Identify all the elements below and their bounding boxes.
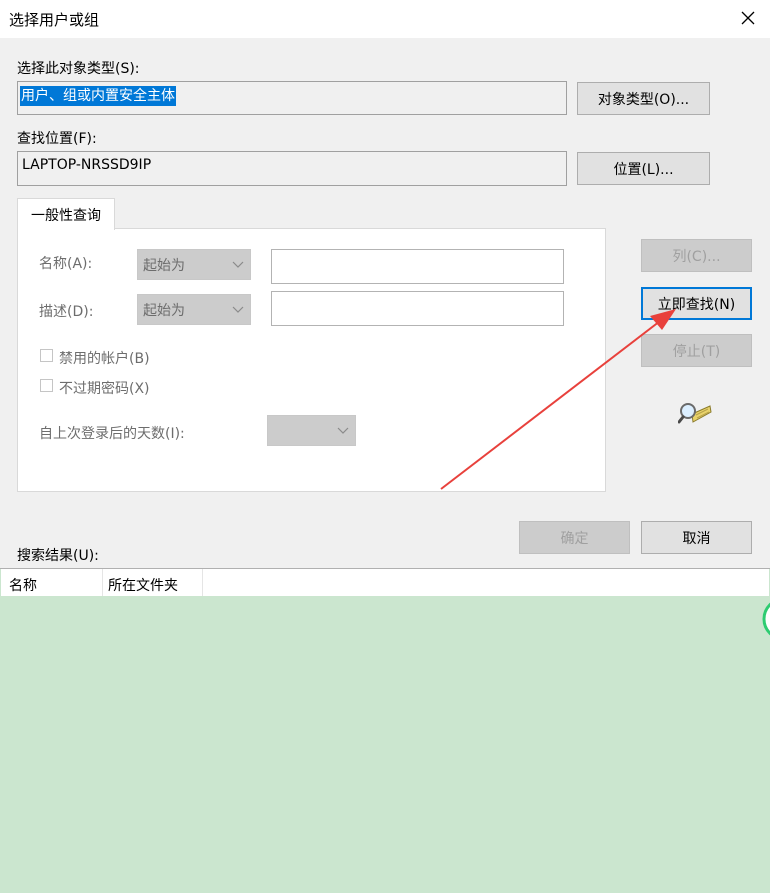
columns-button[interactable]: 列(C)...: [641, 239, 752, 272]
chevron-down-icon: [232, 261, 244, 268]
chevron-down-icon: [337, 427, 349, 434]
object-type-field[interactable]: 用户、组或内置安全主体: [17, 81, 567, 115]
location-field[interactable]: LAPTOP-NRSSD9IP: [17, 151, 567, 186]
search-results-list[interactable]: [0, 568, 770, 893]
close-icon[interactable]: [738, 8, 758, 28]
disabled-accounts-label: 禁用的帐户(B): [59, 351, 150, 367]
window-title: 选择用户或组: [9, 11, 100, 29]
object-type-label: 选择此对象类型(S):: [17, 61, 140, 77]
ok-button[interactable]: 确定: [519, 521, 630, 554]
name-label: 名称(A):: [39, 256, 93, 272]
stop-button[interactable]: 停止(T): [641, 334, 752, 367]
disabled-accounts-checkbox[interactable]: [40, 349, 53, 362]
column-header-name[interactable]: 名称: [9, 575, 37, 595]
location-value: LAPTOP-NRSSD9IP: [22, 157, 152, 173]
floating-widget-edge: [760, 596, 770, 642]
description-match-value: 起始为: [143, 302, 185, 319]
days-since-logon-label: 自上次登录后的天数(I):: [39, 426, 185, 442]
name-input[interactable]: [271, 249, 564, 284]
days-since-logon-select[interactable]: [267, 415, 356, 446]
non-expiring-password-checkbox[interactable]: [40, 379, 53, 392]
cancel-button[interactable]: 取消: [641, 521, 752, 554]
locations-button[interactable]: 位置(L)...: [577, 152, 710, 185]
search-magnifier-icon: [677, 400, 712, 428]
find-now-button[interactable]: 立即查找(N): [641, 287, 752, 320]
description-label: 描述(D):: [39, 304, 94, 320]
chevron-down-icon: [232, 306, 244, 313]
object-type-value: 用户、组或内置安全主体: [20, 86, 176, 106]
tab-common-queries[interactable]: 一般性查询: [17, 198, 115, 230]
object-types-button[interactable]: 对象类型(O)...: [577, 82, 710, 115]
search-results-label: 搜索结果(U):: [17, 548, 99, 564]
name-match-select[interactable]: 起始为: [137, 249, 251, 280]
non-expiring-password-label: 不过期密码(X): [59, 381, 150, 397]
location-label: 查找位置(F):: [17, 131, 97, 147]
description-input[interactable]: [271, 291, 564, 326]
column-divider[interactable]: [102, 569, 103, 596]
title-bar: [0, 0, 770, 38]
column-header-folder[interactable]: 所在文件夹: [108, 575, 178, 595]
description-match-select[interactable]: 起始为: [137, 294, 251, 325]
column-divider[interactable]: [202, 569, 203, 596]
name-match-value: 起始为: [143, 257, 185, 274]
